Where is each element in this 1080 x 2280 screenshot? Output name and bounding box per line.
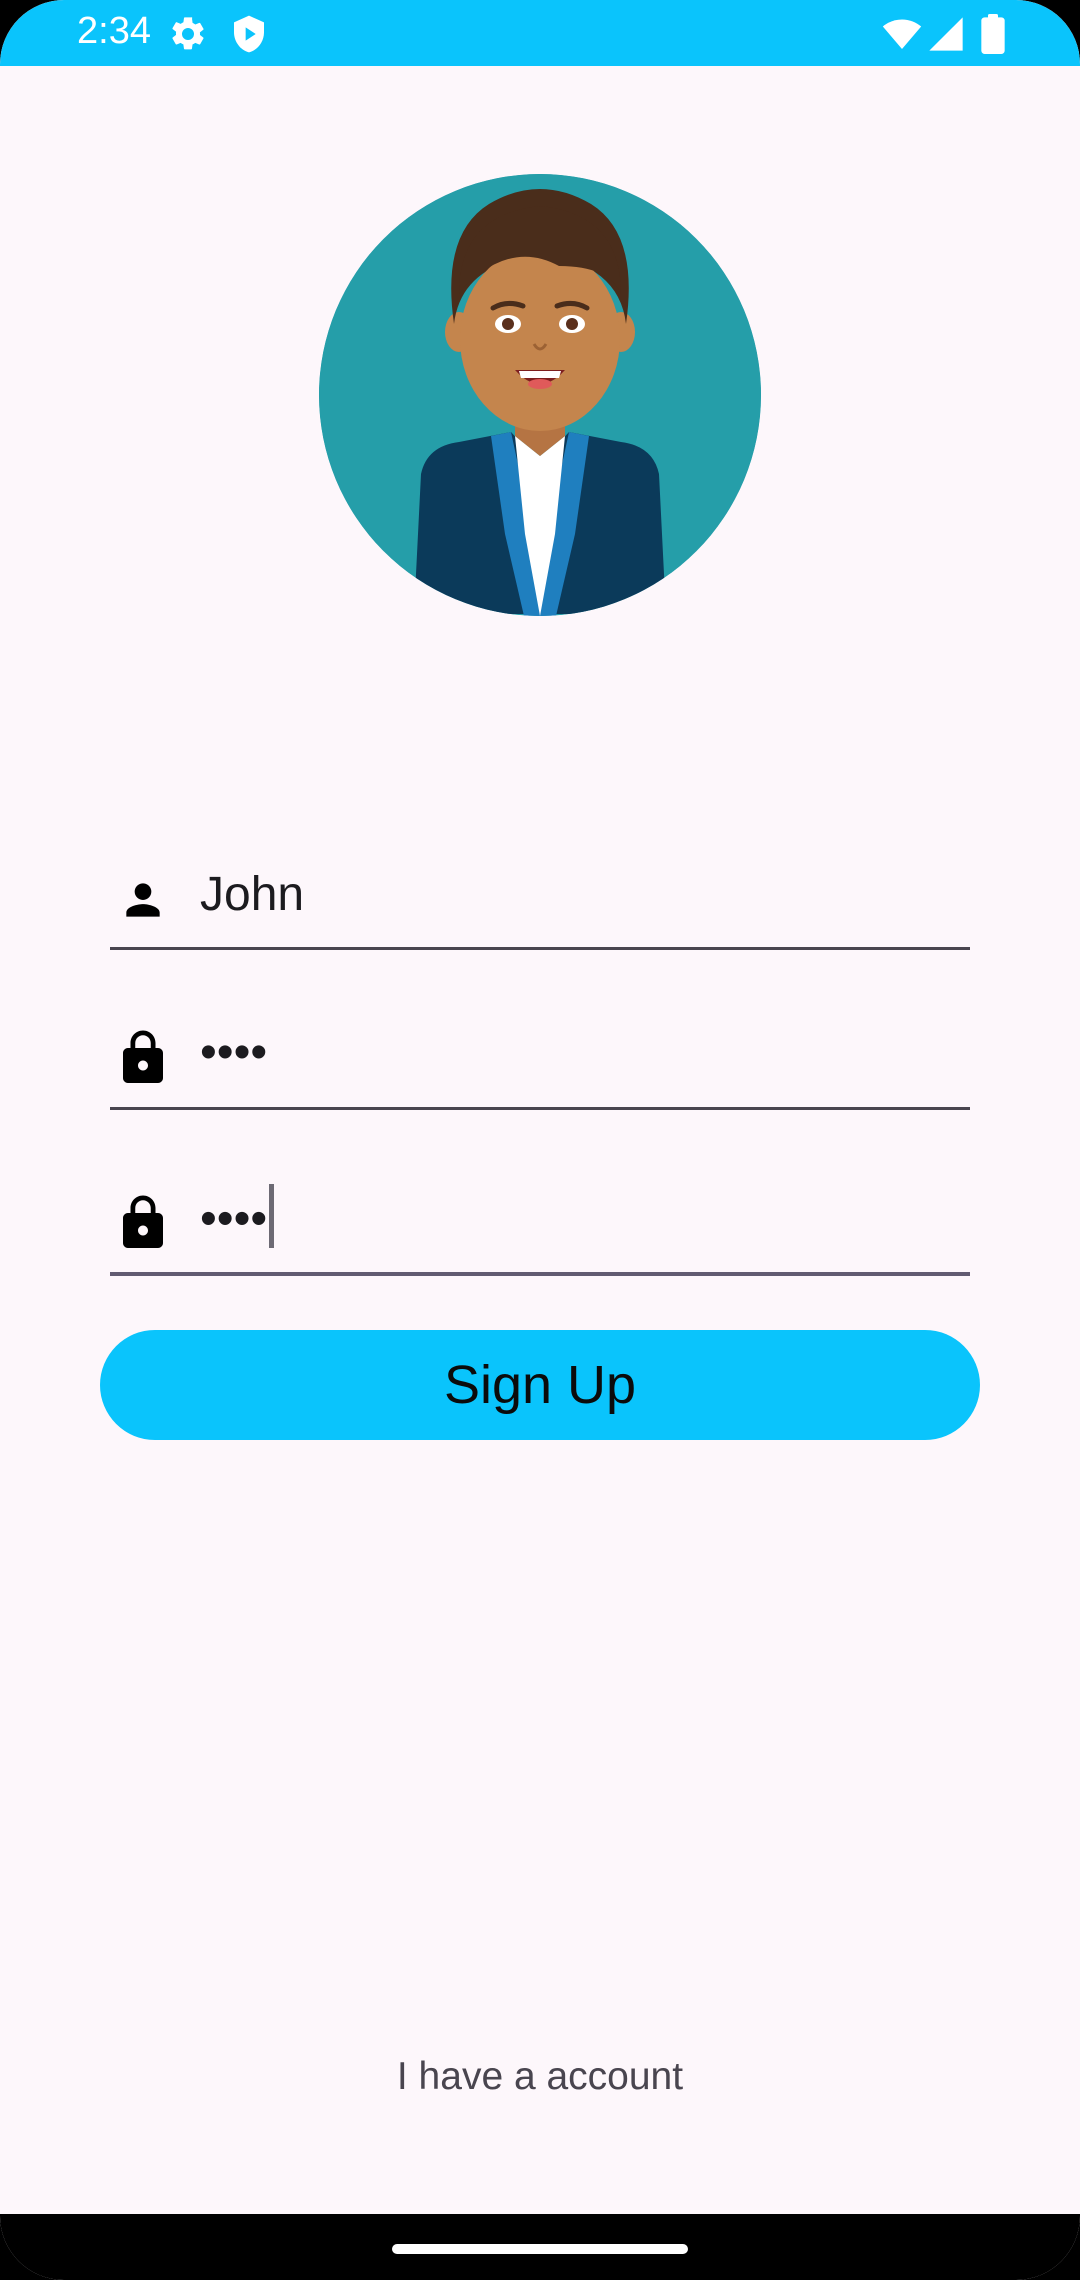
home-handle[interactable]	[392, 2244, 688, 2254]
shield-play-icon	[234, 15, 264, 53]
username-field[interactable]: John	[110, 855, 970, 955]
wifi-icon	[882, 19, 922, 49]
lock-icon	[123, 1030, 163, 1083]
lock-icon	[123, 1195, 163, 1248]
username-underline	[110, 947, 970, 950]
sign-up-button[interactable]: Sign Up	[100, 1330, 980, 1440]
navigation-bar	[0, 2214, 1080, 2280]
profile-avatar	[319, 174, 761, 616]
username-input[interactable]: John	[200, 867, 304, 922]
confirm-password-underline	[110, 1272, 970, 1276]
password-underline	[110, 1107, 970, 1110]
status-time: 2:34	[77, 10, 151, 52]
user-avatar-illustration	[319, 174, 761, 616]
person-icon	[126, 883, 160, 917]
cellular-signal-icon	[929, 17, 963, 51]
app-screen: 2:34 John •••• •••• Sign Up I have a acc…	[0, 0, 1080, 2280]
text-cursor	[269, 1184, 275, 1248]
password-input[interactable]: ••••	[200, 1025, 267, 1080]
confirm-password-value: ••••	[200, 1192, 268, 1246]
battery-icon	[981, 14, 1005, 54]
password-field[interactable]: ••••	[110, 1015, 970, 1115]
gear-icon	[172, 17, 204, 50]
confirm-password-input[interactable]: ••••	[200, 1184, 275, 1254]
have-account-link[interactable]: I have a account	[0, 2055, 1080, 2099]
status-bar: 2:34	[0, 0, 1080, 66]
confirm-password-field[interactable]: ••••	[110, 1180, 970, 1280]
